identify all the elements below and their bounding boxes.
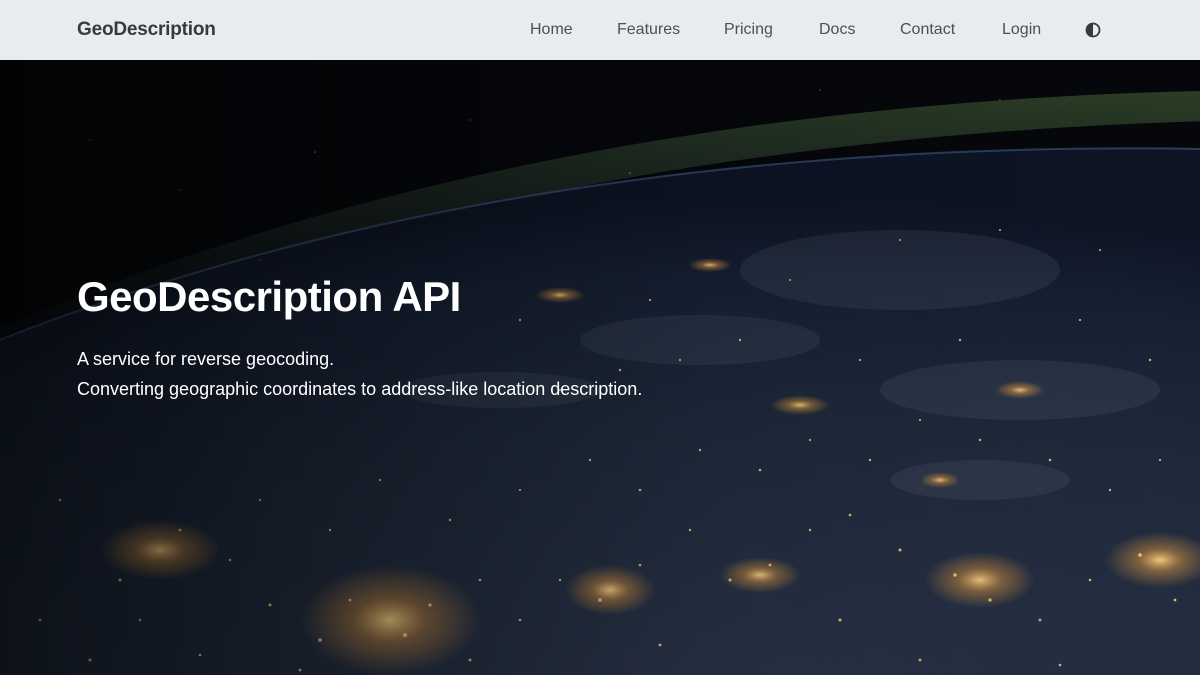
nav-link-contact[interactable]: Contact: [900, 0, 955, 60]
hero-subtitle-line: Converting geographic coordinates to add…: [77, 379, 643, 399]
nav-link-features[interactable]: Features: [617, 0, 680, 60]
navbar: GeoDescription Home Features Pricing Doc…: [0, 0, 1200, 60]
hero-section: GeoDescription API A service for reverse…: [0, 60, 1200, 675]
hero-subtitle: A service for reverse geocoding. Convert…: [77, 344, 642, 404]
hero-subtitle-line: A service for reverse geocoding.: [77, 349, 335, 369]
nav-link-home[interactable]: Home: [530, 0, 573, 60]
contrast-icon[interactable]: [1085, 22, 1101, 38]
nav-link-login[interactable]: Login: [1002, 0, 1041, 60]
nav-link-pricing[interactable]: Pricing: [724, 0, 773, 60]
hero-title: GeoDescription API: [77, 273, 461, 320]
nav-link-docs[interactable]: Docs: [819, 0, 855, 60]
nav-links: Home Features Pricing Docs Contact Login: [0, 0, 1200, 60]
